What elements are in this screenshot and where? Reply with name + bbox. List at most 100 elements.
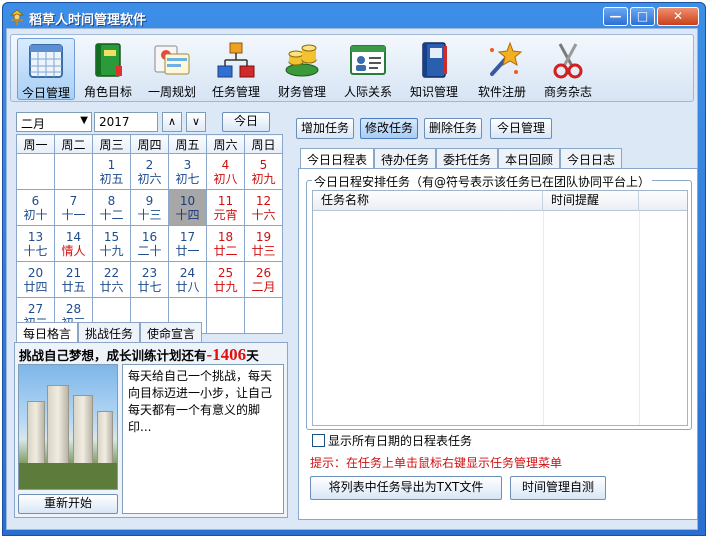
tab-challenge[interactable]: 挑战任务 — [78, 322, 141, 342]
tab-review[interactable]: 本日回顾 — [498, 148, 561, 168]
day-number: 9 — [145, 193, 154, 208]
calendar-today-button[interactable]: 今日 — [222, 112, 270, 132]
delete-task-button[interactable]: 删除任务 — [424, 118, 482, 139]
book-icon — [95, 43, 122, 77]
calendar-empty-cell — [244, 297, 283, 334]
motto-photo — [18, 364, 118, 490]
maximize-button[interactable]: □ — [630, 7, 655, 26]
lunar-date: 十二 — [99, 207, 124, 222]
calendar-day[interactable]: 19 廿三 — [244, 225, 283, 262]
day-number: 2 — [145, 157, 154, 172]
calendar-day[interactable]: 13 十七 — [16, 225, 55, 262]
lunar-date: 十三 — [137, 207, 162, 222]
calendar-day[interactable]: 1 初五 — [92, 153, 131, 190]
title-bar[interactable]: 稻草人时间管理软件 — □ ✕ — [3, 3, 705, 31]
calendar-day[interactable]: 18 廿二 — [206, 225, 245, 262]
main-toolbar: 今日管理 角色目标 一周规划 任务管理 财务管理 人际关系 知识管理 软件注册 … — [10, 34, 694, 102]
calendar-day[interactable]: 2 初六 — [130, 153, 169, 190]
lunar-date: 廿七 — [137, 279, 162, 294]
calendar-day[interactable]: 20 廿四 — [16, 261, 55, 298]
calendar-day[interactable]: 16 二十 — [130, 225, 169, 262]
day-number: 24 — [179, 265, 196, 280]
scarecrow-logo-icon — [10, 9, 24, 25]
tab-mission[interactable]: 使命宣言 — [140, 322, 203, 342]
toolbar-role-goals-button[interactable]: 角色目标 — [79, 38, 137, 100]
toolbar-knowledge-button[interactable]: 知识管理 — [405, 38, 463, 100]
calendar-day[interactable]: 25 廿九 — [206, 261, 245, 298]
weekday-header: 周日 — [244, 134, 283, 154]
lunar-date: 初七 — [175, 171, 200, 186]
day-number: 10 — [179, 193, 196, 208]
calendar-day[interactable]: 5 初九 — [244, 153, 283, 190]
calendar-day[interactable]: 6 初十 — [16, 189, 55, 226]
lunar-date: 十九 — [99, 243, 124, 258]
tab-delegated[interactable]: 委托任务 — [436, 148, 499, 168]
day-number: 13 — [27, 229, 44, 244]
day-number: 11 — [217, 193, 234, 208]
chevron-down-icon: ▼ — [80, 115, 88, 126]
tab-journal[interactable]: 今日日志 — [560, 148, 623, 168]
toolbar-magazine-button[interactable]: 商务杂志 — [539, 38, 597, 100]
year-input[interactable]: 2017 — [94, 112, 158, 132]
day-number: 3 — [183, 157, 192, 172]
next-month-button[interactable]: ∨ — [186, 112, 206, 132]
toolbar-label: 财务管理 — [277, 85, 326, 99]
calendar-day[interactable]: 3 初七 — [168, 153, 207, 190]
toolbar-label: 一周规划 — [147, 85, 196, 99]
calendar-day[interactable]: 8 十二 — [92, 189, 131, 226]
calendar-day[interactable]: 21 廿五 — [54, 261, 93, 298]
lunar-date: 廿二 — [213, 243, 238, 258]
tab-today-schedule[interactable]: 今日日程表 — [300, 148, 375, 168]
calendar-day[interactable]: 7 十一 — [54, 189, 93, 226]
minimize-button[interactable]: — — [603, 7, 628, 26]
lunar-date: 二十 — [137, 243, 162, 258]
toolbar-register-button[interactable]: 软件注册 — [473, 38, 531, 100]
restart-button[interactable]: 重新开始 — [18, 494, 118, 514]
calendar-day[interactable]: 26 二月 — [244, 261, 283, 298]
column-reminder[interactable]: 时间提醒 — [543, 191, 639, 211]
show-all-dates-option[interactable]: 显示所有日期的日程表任务 — [312, 432, 472, 449]
toolbar-finance-button[interactable]: 财务管理 — [273, 38, 331, 100]
day-number: 8 — [107, 193, 116, 208]
toolbar-today-button[interactable]: 今日管理 — [17, 38, 75, 100]
tab-daily-motto[interactable]: 每日格言 — [16, 322, 79, 342]
column-task-name[interactable]: 任务名称 — [313, 191, 543, 211]
weekday-header: 周二 — [54, 134, 93, 154]
lunar-date: 十四 — [175, 207, 200, 222]
calendar-empty-cell — [54, 153, 93, 190]
month-select[interactable]: 二月 ▼ — [16, 112, 92, 132]
context-menu-hint: 提示：在任务上单击鼠标右键显示任务管理菜单 — [310, 456, 563, 470]
lunar-date: 初六 — [137, 171, 162, 186]
calendar-day[interactable]: 23 廿七 — [130, 261, 169, 298]
prev-month-button[interactable]: ∧ — [162, 112, 182, 132]
calendar-day[interactable]: 4 初八 — [206, 153, 245, 190]
close-button[interactable]: ✕ — [657, 7, 699, 26]
calendar-day[interactable]: 17 廿一 — [168, 225, 207, 262]
task-list[interactable]: 任务名称 时间提醒 — [312, 190, 688, 426]
calendar-day[interactable]: 22 廿六 — [92, 261, 131, 298]
task-list-header: 任务名称 时间提醒 — [313, 191, 687, 211]
toolbar-relations-button[interactable]: 人际关系 — [339, 38, 397, 100]
edit-task-button[interactable]: 修改任务 — [360, 118, 418, 139]
self-test-button[interactable]: 时间管理自测 — [510, 476, 606, 500]
today-manage-button[interactable]: 今日管理 — [490, 118, 552, 139]
add-task-button[interactable]: 增加任务 — [296, 118, 354, 139]
day-number: 18 — [217, 229, 234, 244]
toolbar-task-button[interactable]: 任务管理 — [207, 38, 265, 100]
tab-todo[interactable]: 待办任务 — [374, 148, 437, 168]
calendar-day[interactable]: 9 十三 — [130, 189, 169, 226]
calendar-day[interactable]: 12 十六 — [244, 189, 283, 226]
day-number: 21 — [65, 265, 82, 280]
toolbar-week-plan-button[interactable]: 一周规划 — [143, 38, 201, 100]
show-all-checkbox[interactable] — [312, 434, 325, 447]
contact-card-icon — [350, 45, 386, 75]
calendar-day[interactable]: 15 十九 — [92, 225, 131, 262]
calendar-day[interactable]: 10 十四 — [168, 189, 207, 226]
calendar-day[interactable]: 14 情人 — [54, 225, 93, 262]
day-number: 19 — [255, 229, 272, 244]
export-txt-button[interactable]: 将列表中任务导出为TXT文件 — [310, 476, 502, 500]
calendar-day[interactable]: 11 元宵 — [206, 189, 245, 226]
weekday-header: 周五 — [168, 134, 207, 154]
calendar-day[interactable]: 24 廿八 — [168, 261, 207, 298]
scissors-icon — [553, 43, 583, 79]
